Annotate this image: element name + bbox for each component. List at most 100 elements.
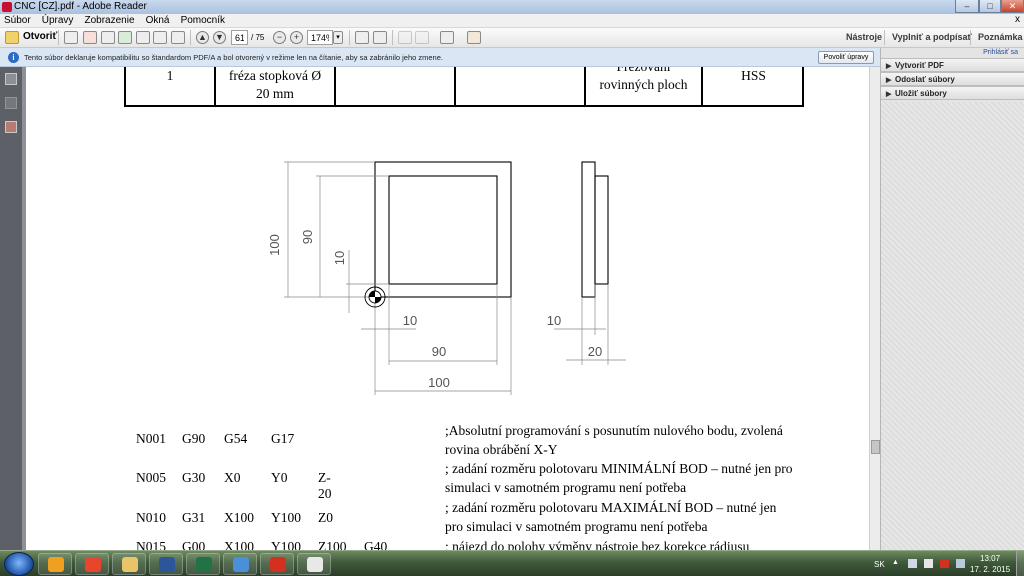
- create-pdf-icon[interactable]: [64, 31, 78, 44]
- menu-bar: Súbor Úpravy Zobrazenie Okná Pomocník x: [0, 14, 1024, 28]
- toolbar-divider: [349, 30, 350, 45]
- dim-height-90: 90: [300, 230, 315, 244]
- menu-view[interactable]: Zobrazenie: [81, 14, 139, 27]
- action-center-icon[interactable]: [940, 559, 949, 568]
- show-hidden-icons-icon[interactable]: ▲: [892, 559, 899, 566]
- previous-page-icon[interactable]: ▲: [196, 31, 209, 44]
- network-icon[interactable]: [908, 559, 917, 568]
- page-number-input[interactable]: [231, 30, 248, 45]
- table-cell-number: 1: [126, 67, 216, 105]
- table-cell-operation: Frézování rovinných ploch: [586, 67, 703, 105]
- page-total: / 75: [251, 33, 265, 42]
- language-indicator[interactable]: SK: [874, 560, 885, 569]
- toolbar-divider: [392, 30, 393, 45]
- volume-icon[interactable]: [924, 559, 933, 568]
- share-icon[interactable]: [101, 31, 115, 44]
- open-button[interactable]: Otvoriť: [23, 31, 57, 42]
- taskbar-excel-button[interactable]: [186, 553, 220, 575]
- menu-edit[interactable]: Úpravy: [38, 14, 78, 27]
- create-pdf-section[interactable]: ▶ Vytvoriť PDF: [881, 58, 1024, 72]
- program-comment-n015: ; nájezd do polohy výměny nástroje bez k…: [445, 539, 855, 550]
- close-document-button[interactable]: x: [1015, 14, 1020, 25]
- maximize-button[interactable]: □: [979, 0, 1001, 13]
- open-folder-icon[interactable]: [5, 31, 19, 44]
- print-icon[interactable]: [153, 31, 167, 44]
- enable-editing-button[interactable]: Povoliť úpravy: [818, 51, 874, 64]
- signature-icon[interactable]: [5, 97, 17, 109]
- document-page: 1 fréza stopková Ø 20 mm Frézování rovin…: [26, 67, 869, 550]
- section-label: Vytvoriť PDF: [895, 61, 944, 70]
- zoom-dropdown-icon[interactable]: ▾: [333, 31, 343, 44]
- tools-tab[interactable]: Nástroje: [846, 32, 882, 42]
- minimize-button[interactable]: –: [955, 0, 979, 13]
- document-viewer-icon: [307, 557, 323, 572]
- section-label: Uložiť súbory: [895, 89, 947, 98]
- menu-help[interactable]: Pomocník: [177, 14, 229, 27]
- toolbar-divider: [970, 30, 971, 45]
- comment-line: simulaci v samotném programu není potřeb…: [445, 480, 687, 495]
- taskbar-settings-tool-button[interactable]: [223, 553, 257, 575]
- chrome-icon: [85, 557, 101, 572]
- next-page-icon[interactable]: ▼: [213, 31, 226, 44]
- undo-icon[interactable]: [398, 31, 412, 44]
- taskbar-windows-media-player-button[interactable]: [38, 553, 72, 575]
- start-button[interactable]: [4, 552, 34, 576]
- table-cell-material: HSS: [703, 67, 804, 105]
- dim-height-100: 100: [267, 234, 282, 256]
- cloud-icon[interactable]: [118, 31, 132, 44]
- taskbar-file-explorer-button[interactable]: [112, 553, 146, 575]
- attachments-icon[interactable]: [5, 121, 17, 133]
- expand-arrow-icon: ▶: [886, 77, 892, 84]
- g-code: G90: [182, 431, 206, 446]
- taskbar-adobe-reader-button[interactable]: [260, 553, 294, 575]
- g-code: G40: [364, 539, 388, 550]
- cell-text: rovinných ploch: [599, 77, 688, 92]
- dim-width-100: 100: [428, 375, 450, 390]
- page-thumbnails-icon[interactable]: [5, 73, 17, 85]
- hand-tool-icon[interactable]: [467, 31, 481, 44]
- expand-icon[interactable]: [440, 31, 454, 44]
- clock-date[interactable]: 17. 2. 2015: [970, 565, 1010, 574]
- coordinate: Y100: [271, 510, 301, 525]
- taskbar-word-button[interactable]: [149, 553, 183, 575]
- side-view-base: [581, 161, 596, 298]
- side-view-step: [594, 175, 609, 285]
- coordinate: Z100: [318, 539, 347, 550]
- redo-icon[interactable]: [415, 31, 429, 44]
- taskbar-chrome-button[interactable]: [75, 553, 109, 575]
- sign-in-link[interactable]: Prihlásiť sa: [983, 49, 1018, 56]
- zoom-out-icon[interactable]: −: [273, 31, 286, 44]
- save-icon[interactable]: [136, 31, 150, 44]
- comment-line: ; nájezd do polohy výměny nástroje bez k…: [445, 539, 750, 550]
- coordinate: Z-20: [318, 470, 332, 501]
- word-icon: [159, 557, 175, 572]
- tool-table-row: 1 fréza stopková Ø 20 mm Frézování rovin…: [124, 67, 804, 107]
- store-files-section[interactable]: ▶ Uložiť súbory: [881, 86, 1024, 100]
- section-label: Odoslať súbory: [895, 75, 955, 84]
- power-icon[interactable]: [956, 559, 965, 568]
- clock-time[interactable]: 13:07: [980, 554, 1000, 563]
- scrollbar-thumb[interactable]: [871, 440, 880, 454]
- comment-line: pro simulaci v samotném programu není po…: [445, 519, 708, 534]
- menu-window[interactable]: Okná: [142, 14, 174, 27]
- cell-text: 1: [166, 68, 174, 83]
- edit-pdf-icon[interactable]: [83, 31, 97, 44]
- fit-page-icon[interactable]: [355, 31, 369, 44]
- zoom-input[interactable]: [307, 30, 333, 45]
- fill-sign-tab[interactable]: Vyplniť a podpísať: [892, 32, 972, 42]
- file-explorer-icon: [122, 557, 138, 572]
- menu-file[interactable]: Súbor: [0, 14, 35, 27]
- cell-text: HSS: [741, 68, 766, 83]
- table-cell-tool: fréza stopková Ø 20 mm: [216, 67, 336, 105]
- zoom-in-icon[interactable]: +: [290, 31, 303, 44]
- info-message: Tento súbor deklaruje kompatibilitu so š…: [24, 53, 443, 62]
- show-desktop-button[interactable]: [1016, 551, 1024, 576]
- email-icon[interactable]: [171, 31, 185, 44]
- comment-line: ; zadání rozměru polotovaru MAXIMÁLNÍ BO…: [445, 500, 777, 515]
- vertical-scrollbar[interactable]: [869, 67, 880, 550]
- send-files-section[interactable]: ▶ Odoslať súbory: [881, 72, 1024, 86]
- taskbar-document-viewer-button[interactable]: [297, 553, 331, 575]
- full-screen-icon[interactable]: [373, 31, 387, 44]
- close-button[interactable]: ✕: [1001, 0, 1024, 13]
- comment-tab[interactable]: Poznámka: [978, 32, 1023, 42]
